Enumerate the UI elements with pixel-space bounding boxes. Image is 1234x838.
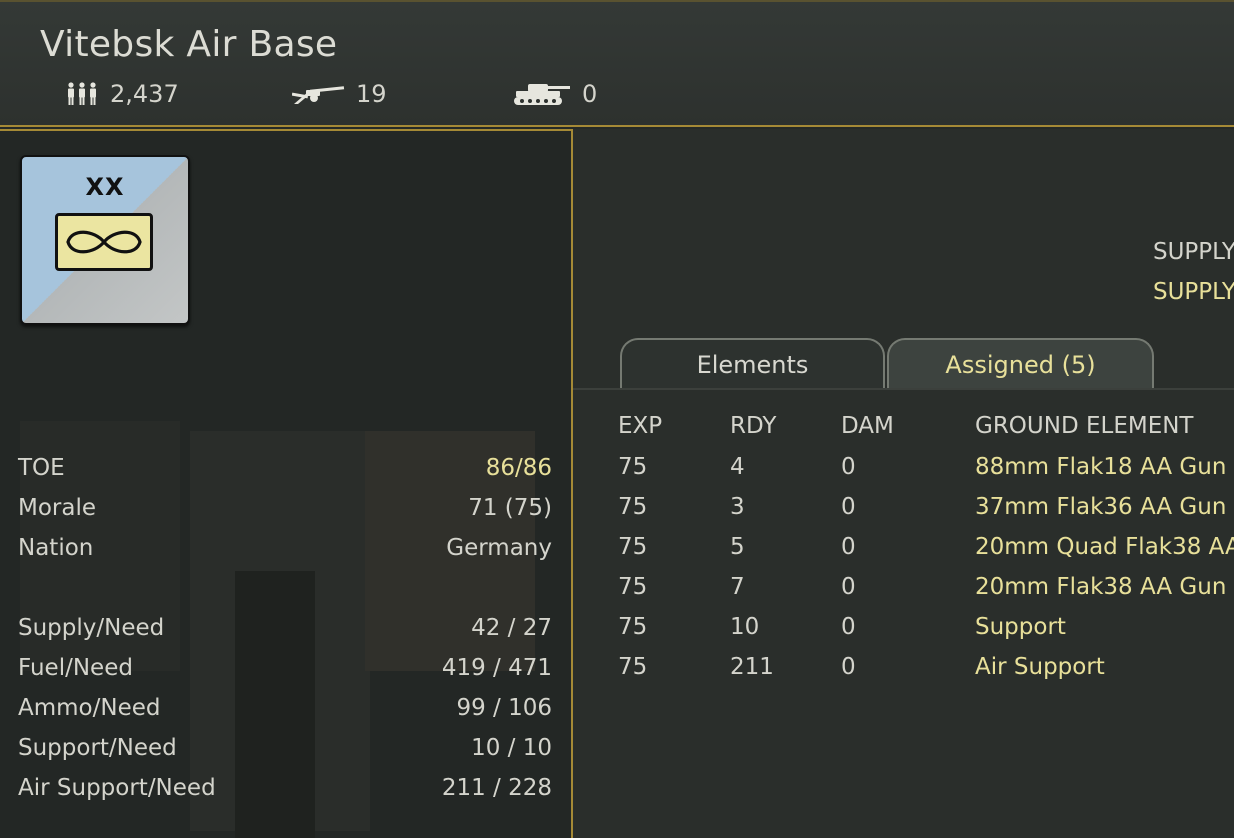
column-header-rdy[interactable]: RDY [730, 413, 776, 439]
cell-exp: 75 [618, 534, 648, 560]
air-base-symbol-icon [55, 213, 153, 271]
cell-dam: 0 [841, 654, 856, 680]
cell-rdy: 5 [730, 534, 745, 560]
cell-rdy: 3 [730, 494, 745, 520]
tank-count-value: 0 [582, 80, 598, 108]
stat-label: Supply/Need [18, 615, 165, 641]
cell-rdy: 7 [730, 574, 745, 600]
stat-value: 71 (75) [468, 495, 552, 521]
stat-label: Support/Need [18, 735, 177, 761]
tab-elements[interactable]: Elements [620, 338, 885, 390]
stat-label: Morale [18, 495, 97, 521]
unit-counter[interactable]: XX [20, 155, 190, 325]
stat-value: 419 / 471 [441, 655, 552, 681]
cell-element-name[interactable]: Air Support [975, 654, 1105, 680]
stat-label: Ammo/Need [18, 695, 161, 721]
stat-label: Nation [18, 535, 94, 561]
supply-status-value: SUPPLY [1153, 279, 1234, 305]
tank-count: 0 [512, 80, 597, 108]
column-header-ground-element[interactable]: GROUND ELEMENT [975, 413, 1193, 439]
tank-icon [514, 84, 570, 105]
stat-value: 10 / 10 [471, 735, 552, 761]
stat-value: 42 / 27 [471, 615, 552, 641]
cell-exp: 75 [618, 454, 648, 480]
supply-status-label: SUPPLY [1153, 239, 1234, 265]
cell-element-name[interactable]: 20mm Flak38 AA Gun [975, 574, 1226, 600]
cell-dam: 0 [841, 574, 856, 600]
morale-row: Morale 71 (75) [18, 495, 552, 521]
stat-label: TOE [18, 455, 65, 481]
gun-count: 19 [292, 80, 387, 108]
cell-element-name[interactable]: 37mm Flak36 AA Gun [975, 494, 1226, 520]
tab-assigned[interactable]: Assigned (5) [887, 338, 1154, 390]
cell-dam: 0 [841, 494, 856, 520]
stat-value: 211 / 228 [441, 775, 552, 801]
men-count-value: 2,437 [110, 80, 179, 108]
cell-exp: 75 [618, 614, 648, 640]
cell-dam: 0 [841, 534, 856, 560]
cell-element-name[interactable]: 88mm Flak18 AA Gun [975, 454, 1226, 480]
unit-title: Vitebsk Air Base [40, 24, 338, 65]
elements-panel: SUPPLY SUPPLY Elements Assigned (5) EXP … [573, 129, 1234, 838]
stat-value: 99 / 106 [456, 695, 552, 721]
toe-row: TOE 86/86 [18, 455, 552, 481]
cell-exp: 75 [618, 654, 648, 680]
fuel-need-row: Fuel/Need 419 / 471 [18, 655, 552, 681]
cell-exp: 75 [618, 574, 648, 600]
supply-need-row: Supply/Need 42 / 27 [18, 615, 552, 641]
stat-label: Fuel/Need [18, 655, 133, 681]
men-icon [68, 82, 96, 105]
cell-element-name[interactable]: Support [975, 614, 1066, 640]
men-count: 2,437 [66, 80, 179, 108]
cell-rdy: 10 [730, 614, 760, 640]
unit-info-panel: XX TOE 86/86 Morale 71 (75) Nation Germa… [0, 129, 573, 838]
cell-exp: 75 [618, 494, 648, 520]
cell-dam: 0 [841, 614, 856, 640]
cell-rdy: 211 [730, 654, 774, 680]
stat-value: Germany [446, 535, 552, 561]
unit-size-marker: XX [85, 173, 125, 201]
cell-rdy: 4 [730, 454, 745, 480]
unit-header: Vitebsk Air Base 2,437 19 0 [0, 0, 1234, 127]
column-header-dam[interactable]: DAM [841, 413, 894, 439]
stat-value: 86/86 [485, 455, 552, 481]
tab-divider [573, 388, 1234, 390]
column-header-exp[interactable]: EXP [618, 413, 662, 439]
support-need-row: Support/Need 10 / 10 [18, 735, 552, 761]
cell-element-name[interactable]: 20mm Quad Flak38 AA Gun [975, 534, 1234, 560]
stat-label: Air Support/Need [18, 775, 216, 801]
gun-icon [292, 86, 345, 104]
cell-dam: 0 [841, 454, 856, 480]
gun-count-value: 19 [356, 80, 387, 108]
ammo-need-row: Ammo/Need 99 / 106 [18, 695, 552, 721]
air-support-need-row: Air Support/Need 211 / 228 [18, 775, 552, 801]
nation-row: Nation Germany [18, 535, 552, 561]
